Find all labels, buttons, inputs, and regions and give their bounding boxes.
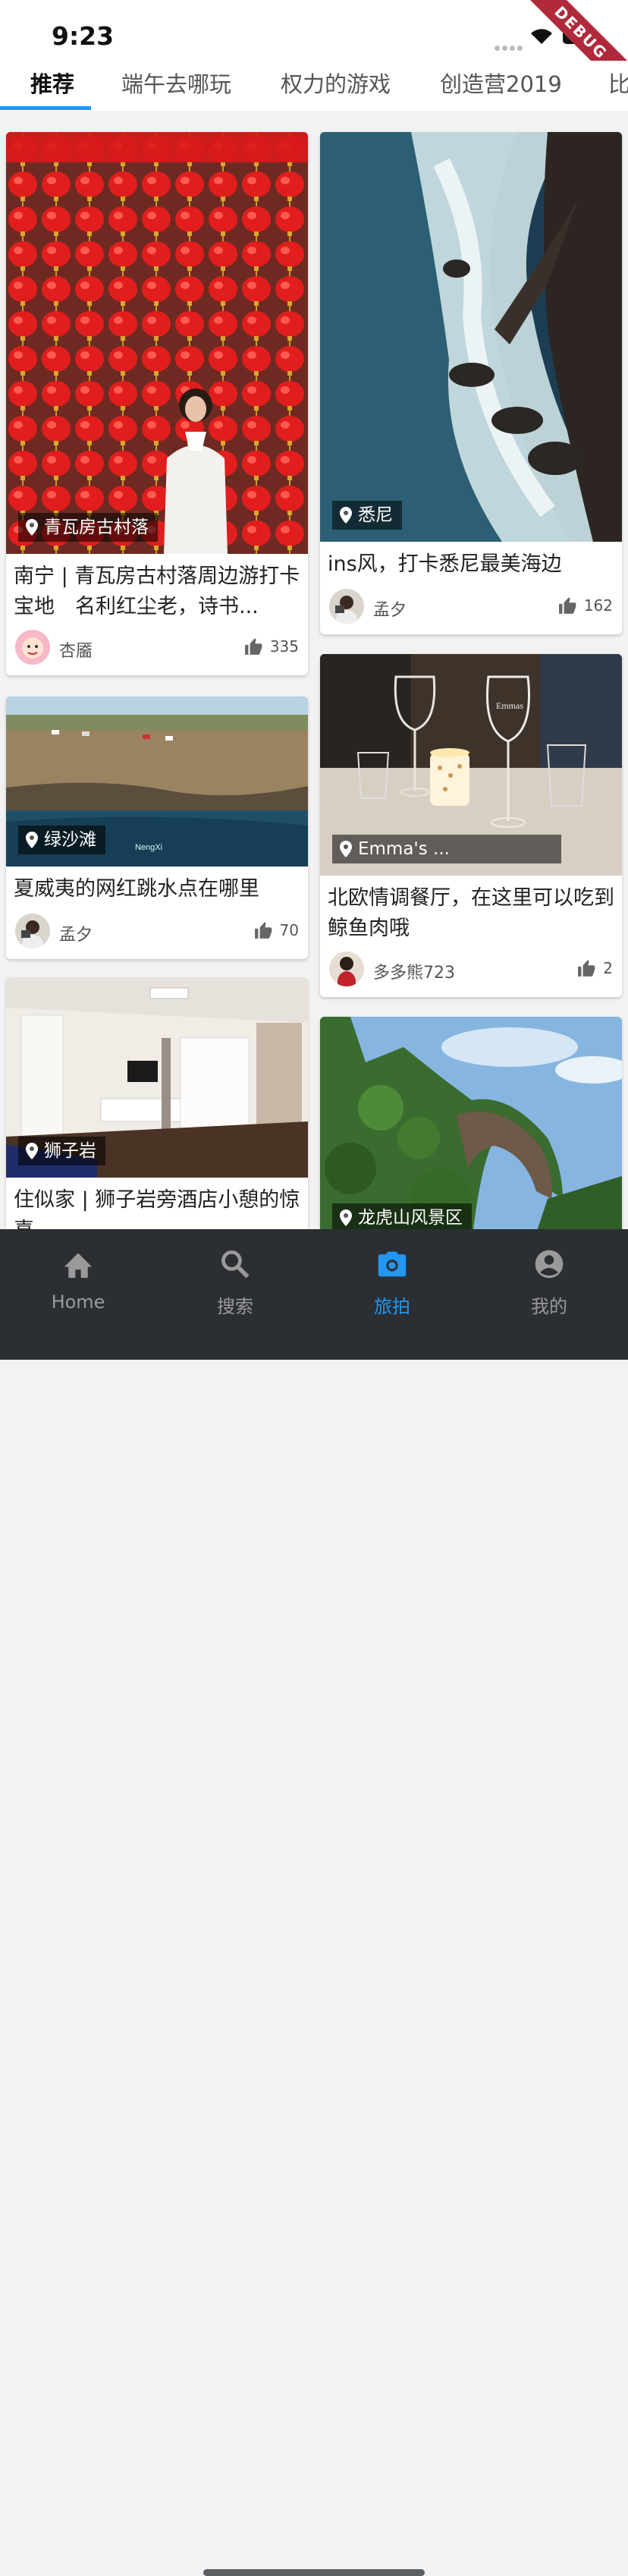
location-label: 龙虎山风景区 [358, 1208, 463, 1228]
avatar[interactable] [15, 914, 50, 948]
location-label: Emma's ... [358, 839, 450, 859]
location-pin-icon [340, 841, 352, 857]
status-bar: 9:23 DEBUG [0, 0, 628, 106]
location-label: 青瓦房古村落 [44, 517, 149, 537]
like-number: 335 [269, 637, 299, 656]
avatar[interactable] [329, 951, 364, 986]
camera-icon [331, 1244, 453, 1284]
nav-home[interactable]: Home [17, 1244, 139, 1313]
location-badge: 绿沙滩 [18, 826, 105, 854]
location-pin-icon [340, 507, 352, 524]
location-pin-icon [26, 519, 38, 536]
tab-dragon-boat[interactable]: 端午去哪玩 [121, 67, 231, 111]
tab-game-of-thrones[interactable]: 权力的游戏 [281, 67, 391, 111]
post-image: 龙虎山风景区 [320, 1017, 622, 1244]
location-pin-icon [26, 1143, 38, 1159]
signal-icon [495, 39, 525, 54]
post-card[interactable]: 青瓦房古村落 南宁 | 青瓦房古村落周边游打卡宝地 名利红尘老，诗书... 杏靥… [6, 132, 308, 675]
tab-more[interactable]: 比 [608, 67, 628, 111]
location-badge: 悉尼 [332, 501, 402, 530]
post-meta: 多多熊723 2 [320, 944, 622, 997]
nav-label: 我的 [531, 1296, 567, 1317]
avatar[interactable] [15, 630, 50, 665]
like-count[interactable]: 162 [558, 596, 613, 615]
post-title: 北欧情调餐厅，在这里可以吃到鲸鱼肉哦 [328, 886, 614, 940]
thumb-up-icon [244, 638, 262, 655]
author-name: 多多熊723 [373, 964, 455, 983]
bottom-navigation: Home 搜索 旅拍 我的 [0, 1229, 628, 2576]
nav-label: 旅拍 [374, 1296, 410, 1317]
post-meta: 杏靥 335 [6, 622, 308, 675]
post-image: 青瓦房古村落 [6, 132, 308, 554]
like-number: 2 [603, 959, 613, 977]
thumb-up-icon [558, 597, 576, 614]
thumb-up-icon [578, 960, 595, 977]
home-indicator [203, 2569, 425, 2576]
location-badge: 龙虎山风景区 [332, 1203, 472, 1232]
post-image: Emmas Emma's ... [320, 654, 622, 876]
nav-label: Home [51, 1291, 105, 1313]
post-card[interactable]: 狮子岩 住似家 | 狮子岩旁酒店小憩的惊喜 [6, 977, 308, 1246]
author-name: 杏靥 [59, 642, 93, 661]
like-count[interactable]: 335 [244, 637, 299, 656]
location-pin-icon [26, 832, 38, 848]
location-pin-icon [340, 1209, 352, 1226]
post-title: 南宁 | 青瓦房古村落周边游打卡宝地 名利红尘老，诗书... [14, 565, 300, 618]
location-badge: Emma's ... [332, 835, 561, 863]
post-image: 狮子岩 [6, 977, 308, 1178]
like-count[interactable]: 70 [254, 921, 299, 939]
author-name: 孟夕 [373, 601, 407, 620]
post-meta: 孟夕 162 [320, 581, 622, 634]
category-tabs: 推荐 端午去哪玩 权力的游戏 创造营2019 比 [0, 61, 628, 111]
post-card[interactable]: Emmas Emma's ... 北欧情调餐厅，在这里可以吃到鲸鱼肉哦 多多熊7… [320, 654, 622, 997]
post-card[interactable]: 悉尼 ins风，打卡悉尼最美海边 孟夕 162 [320, 132, 622, 634]
location-label: 狮子岩 [44, 1141, 96, 1161]
tab-recommend[interactable]: 推荐 [30, 67, 74, 111]
post-image: NengXi 绿沙滩 [6, 697, 308, 867]
account-icon [488, 1244, 610, 1284]
post-meta: 孟夕 70 [6, 906, 308, 959]
post-card[interactable]: NengXi 绿沙滩 夏威夷的网红跳水点在哪里 孟夕 70 [6, 697, 308, 959]
home-icon [17, 1244, 139, 1284]
like-number: 162 [583, 596, 613, 615]
location-badge: 青瓦房古村落 [18, 513, 158, 542]
author-name: 孟夕 [59, 926, 93, 945]
thumb-up-icon [254, 922, 272, 939]
nav-search[interactable]: 搜索 [174, 1244, 296, 1318]
post-card[interactable]: 龙虎山风景区 [320, 1017, 622, 1244]
glass-engraving: Emmas [496, 700, 523, 711]
tab-produce-camp[interactable]: 创造营2019 [440, 67, 562, 111]
status-time: 9:23 [52, 21, 115, 51]
location-badge: 狮子岩 [18, 1137, 105, 1165]
nav-label: 搜索 [217, 1296, 253, 1317]
location-label: 绿沙滩 [44, 830, 96, 850]
like-number: 70 [279, 921, 299, 939]
avatar[interactable] [329, 589, 364, 624]
nav-travel-photo[interactable]: 旅拍 [331, 1244, 453, 1318]
image-watermark: NengXi [135, 843, 162, 852]
location-label: 悉尼 [358, 505, 393, 525]
nav-mine[interactable]: 我的 [488, 1244, 610, 1318]
post-title: 夏威夷的网红跳水点在哪里 [14, 877, 259, 901]
tab-indicator [0, 106, 91, 110]
like-count[interactable]: 2 [577, 959, 613, 977]
post-title: ins风，打卡悉尼最美海边 [328, 552, 562, 576]
post-image: 悉尼 [320, 132, 622, 542]
search-icon [174, 1244, 296, 1284]
wifi-icon [529, 27, 554, 49]
